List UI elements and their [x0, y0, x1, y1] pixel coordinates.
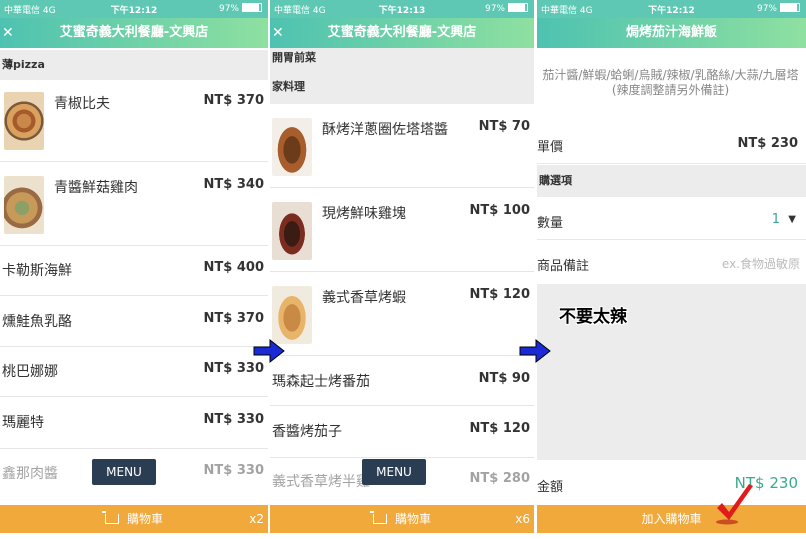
nav-header: ✕ 艾蜜奇義大利餐廳-文興店: [270, 18, 534, 48]
menu-button[interactable]: MENU: [362, 459, 426, 485]
item-name: 鑫那肉醬: [2, 466, 58, 482]
menu-item[interactable]: 青椒比夫 NT$ 370: [0, 80, 268, 162]
status-bar: 中華電信 4G 下午12:13 97%: [270, 0, 534, 18]
item-name: 青椒比夫: [54, 96, 110, 112]
cart-icon: [369, 511, 387, 524]
item-name: 瑪森起士烤番茄: [272, 374, 370, 390]
item-price: NT$ 100: [469, 203, 530, 218]
quantity-row[interactable]: 數量 1 ▼: [537, 200, 806, 240]
dropdown-caret-icon[interactable]: ▼: [788, 214, 796, 225]
dish-image: [272, 118, 312, 176]
battery-level: 97%: [485, 3, 528, 14]
screen-pizza-menu: 中華電信 4G 下午12:12 97% ✕ 艾蜜奇義大利餐廳-文興店 薄pizz…: [0, 0, 268, 539]
dish-image: [272, 202, 312, 260]
add-to-cart-button[interactable]: 加入購物車: [537, 505, 806, 533]
status-bar: 中華電信 4G 下午12:12 97%: [0, 0, 268, 18]
arrow-right-icon: [519, 338, 551, 364]
unit-price-value: NT$ 230: [737, 136, 798, 151]
item-name: 瑪麗特: [2, 415, 44, 431]
note-label: 商品備註: [537, 259, 590, 274]
note-textarea[interactable]: 不要太辣: [537, 284, 806, 460]
item-price: NT$ 370: [203, 93, 264, 108]
dish-image: [272, 286, 312, 344]
section-header: 開胃前菜: [270, 48, 534, 72]
note-text: 不要太辣: [559, 307, 627, 327]
item-name: 桃巴娜娜: [2, 364, 58, 380]
item-price: NT$ 90: [478, 371, 530, 386]
menu-item[interactable]: 義式香草烤蝦 NT$ 120: [270, 272, 534, 356]
item-price: NT$ 280: [469, 471, 530, 486]
item-name: 香醬烤茄子: [272, 424, 342, 440]
quantity-select[interactable]: 1: [772, 212, 780, 227]
cart-bar[interactable]: 購物車 x2: [0, 505, 268, 533]
cart-count: x2: [249, 512, 264, 526]
screen-appetizer-menu: 中華電信 4G 下午12:13 97% ✕ 艾蜜奇義大利餐廳-文興店 開胃前菜 …: [270, 0, 534, 539]
item-name: 卡勒斯海鮮: [2, 263, 72, 279]
unit-price-label: 單價: [537, 140, 564, 155]
nav-header: ✕ 艾蜜奇義大利餐廳-文興店: [0, 18, 268, 48]
battery-level: 97%: [219, 3, 262, 14]
menu-item[interactable]: 卡勒斯海鮮 NT$ 400: [0, 246, 268, 296]
total-label: 金額: [537, 480, 564, 495]
menu-item[interactable]: 青醬鮮菇雞肉 NT$ 340: [0, 162, 268, 246]
menu-item[interactable]: 燻鮭魚乳酪 NT$ 370: [0, 296, 268, 347]
unit-price-row: 單價 NT$ 230: [537, 124, 806, 164]
page-title: 艾蜜奇義大利餐廳-文興店: [59, 25, 209, 40]
section-header: 薄pizza: [0, 50, 268, 80]
item-price: NT$ 70: [478, 119, 530, 134]
close-icon[interactable]: ✕: [272, 18, 284, 48]
checkmark-icon: [716, 484, 753, 525]
dish-image: [4, 176, 44, 234]
item-price: NT$ 340: [203, 177, 264, 192]
item-name: 酥烤洋蔥圈佐塔塔醬: [322, 122, 448, 138]
ingredients-text: 茄汁醬/鮮蝦/蛤蜊/烏賊/辣椒/乳酪絲/大蒜/九層塔: [542, 68, 799, 82]
nav-header: 焗烤茄汁海鮮飯: [537, 18, 806, 48]
item-name: 現烤鮮味雞塊: [322, 206, 406, 222]
menu-item[interactable]: 瑪麗特 NT$ 330: [0, 397, 268, 449]
status-bar: 中華電信 4G 下午12:12 97%: [537, 0, 806, 18]
menu-item[interactable]: 酥烤洋蔥圈佐塔塔醬 NT$ 70: [270, 104, 534, 188]
note-row[interactable]: 商品備註 ex.食物過敏原: [537, 243, 806, 283]
cart-label: 購物車: [394, 512, 431, 526]
close-icon[interactable]: ✕: [2, 18, 14, 48]
item-name: 義式香草烤蝦: [322, 290, 406, 306]
cart-count: x6: [515, 512, 530, 526]
section-header: 家料理: [270, 72, 534, 104]
menu-item[interactable]: 桃巴娜娜 NT$ 330: [0, 347, 268, 397]
menu-item[interactable]: 瑪森起士烤番茄 NT$ 90: [270, 356, 534, 406]
page-title: 焗烤茄汁海鮮飯: [625, 25, 717, 40]
dish-image: [4, 92, 44, 150]
cart-icon: [101, 511, 119, 524]
item-price: NT$ 330: [203, 463, 264, 478]
item-name: 義式香草烤半雞: [272, 474, 370, 490]
item-description: 茄汁醬/鮮蝦/蛤蜊/烏賊/辣椒/乳酪絲/大蒜/九層塔 (辣度調整請另外備註): [539, 68, 802, 98]
page-title: 艾蜜奇義大利餐廳-文興店: [327, 25, 477, 40]
options-section-header: 購選項: [537, 165, 806, 197]
item-name: 青醬鮮菇雞肉: [54, 180, 138, 196]
menu-item[interactable]: 香醬烤茄子 NT$ 120: [270, 406, 534, 458]
quantity-label: 數量: [537, 216, 564, 231]
item-price: NT$ 400: [203, 260, 264, 275]
item-price: NT$ 330: [203, 412, 264, 427]
item-price: NT$ 120: [469, 287, 530, 302]
arrow-right-icon: [253, 338, 285, 364]
item-price: NT$ 120: [469, 421, 530, 436]
screen-item-detail: 中華電信 4G 下午12:12 97% 焗烤茄汁海鮮飯 茄汁醬/鮮蝦/蛤蜊/烏賊…: [537, 0, 806, 539]
note-placeholder: ex.食物過敏原: [721, 257, 800, 271]
cart-label: 購物車: [126, 512, 163, 526]
item-name: 燻鮭魚乳酪: [2, 314, 72, 330]
menu-button[interactable]: MENU: [92, 459, 156, 485]
battery-level: 97%: [757, 3, 800, 14]
menu-item[interactable]: 現烤鮮味雞塊 NT$ 100: [270, 188, 534, 272]
spice-note: (辣度調整請另外備註): [611, 83, 730, 97]
item-price: NT$ 370: [203, 311, 264, 326]
cart-bar[interactable]: 購物車 x6: [270, 505, 534, 533]
